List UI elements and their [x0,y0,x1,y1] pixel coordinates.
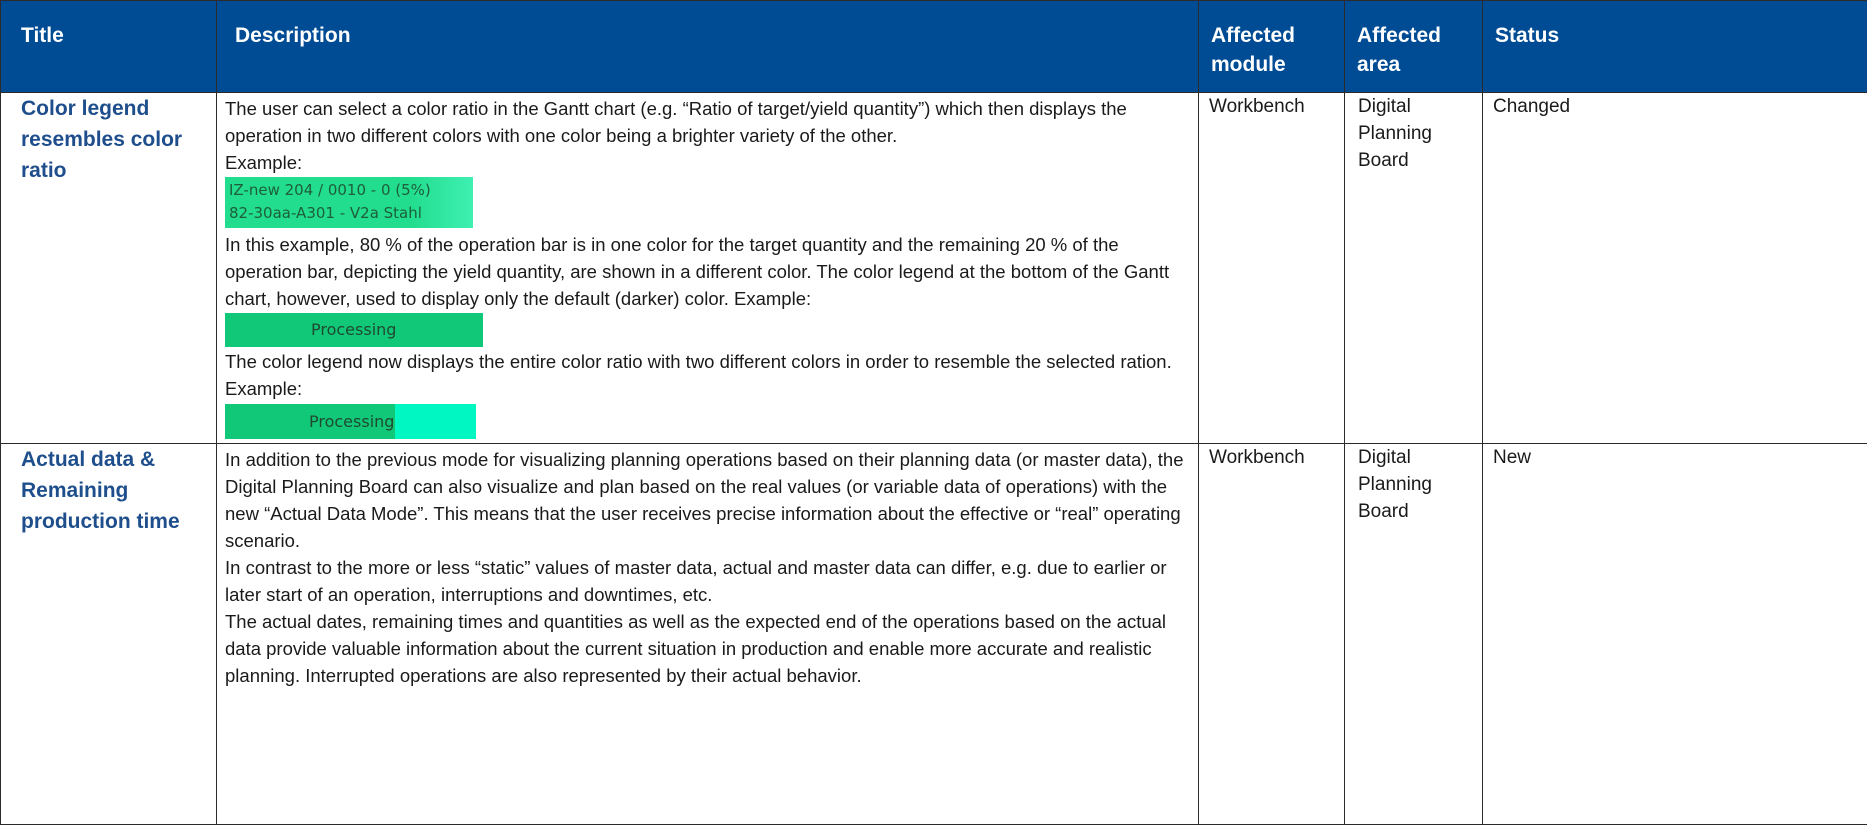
description-paragraph: In this example, 80 % of the operation b… [225,231,1190,312]
row-area: Digital Planning Board [1345,93,1483,444]
table-body: Color legend resembles color ratio The u… [1,93,1867,825]
row-status: New [1483,444,1867,825]
header-description: Description [217,1,1199,93]
gantt-bar-label-line: 82-30aa-A301 - V2a Stahl [229,202,469,225]
legend-old-example: Processing [225,313,483,347]
description-paragraph: The user can select a color ratio in the… [225,95,1190,149]
description-paragraph: The actual dates, remaining times and qu… [225,608,1190,689]
header-row: Title Description Affected module Affect… [1,1,1867,93]
row-description: In addition to the previous mode for vis… [217,444,1199,825]
header-status: Status [1483,1,1867,93]
legend-light-segment [395,404,476,439]
description-paragraph: The color legend now displays the entire… [225,348,1190,402]
header-title: Title [1,1,217,93]
row-status: Changed [1483,93,1867,444]
header-affected-area: Affected area [1345,1,1483,93]
description-paragraph: Example: [225,149,1190,176]
legend-dark-segment: Processing [225,404,395,439]
header-affected-module: Affected module [1199,1,1345,93]
row-description: The user can select a color ratio in the… [217,93,1199,444]
changelog-table: Title Description Affected module Affect… [0,0,1867,825]
description-paragraph: In addition to the previous mode for vis… [225,446,1190,554]
legend-new-example: Processing [225,404,476,439]
gantt-bar-example-image: IZ-new 204 / 0010 - 0 (5%) 82-30aa-A301 … [225,177,473,228]
row-title: Color legend resembles color ratio [1,93,217,444]
description-paragraph: In contrast to the more or less “static”… [225,554,1190,608]
row-module: Workbench [1199,93,1345,444]
row-title: Actual data & Remaining production time [1,444,217,825]
row-area: Digital Planning Board [1345,444,1483,825]
table-header: Title Description Affected module Affect… [1,1,1867,93]
gantt-bar-label-line: IZ-new 204 / 0010 - 0 (5%) [229,179,469,202]
row-module: Workbench [1199,444,1345,825]
table-row: Color legend resembles color ratio The u… [1,93,1867,444]
table-row: Actual data & Remaining production time … [1,444,1867,825]
